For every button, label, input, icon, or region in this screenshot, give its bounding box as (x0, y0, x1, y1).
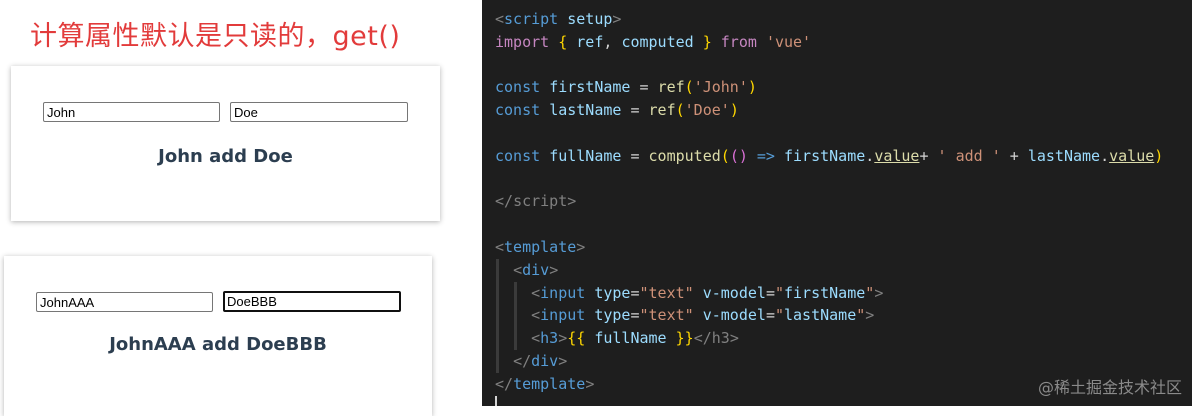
first-name-input[interactable] (43, 102, 220, 122)
code-editor[interactable]: · ··· ··· ··· · · <script setup> import … (482, 0, 1192, 406)
code-line-7: const fullName = computed(() => firstNam… (495, 147, 1164, 165)
text-cursor (495, 396, 497, 406)
code-line-12: <div> (513, 261, 559, 279)
full-name-result: JohnAAA add DoeBBB (109, 334, 327, 355)
code-line-1: <script setup> (495, 10, 622, 28)
code-line-13: <input type="text" v-model="firstName"> (531, 284, 884, 302)
demo-panel-edited: JohnAAA add DoeBBB (4, 256, 432, 416)
editor-cut-off-line: · ··· ··· ··· · · (482, 0, 1192, 6)
code-line-15: <h3>{{ fullName }}</h3> (531, 329, 739, 347)
last-name-input[interactable] (230, 102, 408, 122)
code-line-14: <input type="text" v-model="lastName"> (531, 306, 875, 324)
first-name-input[interactable] (36, 292, 213, 312)
code-line-4: const firstName = ref('John') (495, 78, 757, 96)
page-heading: 计算属性默认是只读的，get() (30, 21, 401, 52)
code-line-11: <template> (495, 238, 586, 256)
full-name-result: John add Doe (158, 146, 293, 167)
watermark: @稀土掘金技术社区 (1037, 378, 1182, 397)
code-line-2: import { ref, computed } from 'vue' (495, 33, 812, 51)
code-line-5: const lastName = ref('Doe') (495, 101, 739, 119)
demo-panel-initial: John add Doe (11, 66, 440, 221)
last-name-input[interactable] (223, 291, 401, 312)
code-line-9: </script> (495, 192, 577, 210)
code-line-16: </div> (513, 352, 568, 370)
code-line-17: </template> (495, 375, 595, 393)
